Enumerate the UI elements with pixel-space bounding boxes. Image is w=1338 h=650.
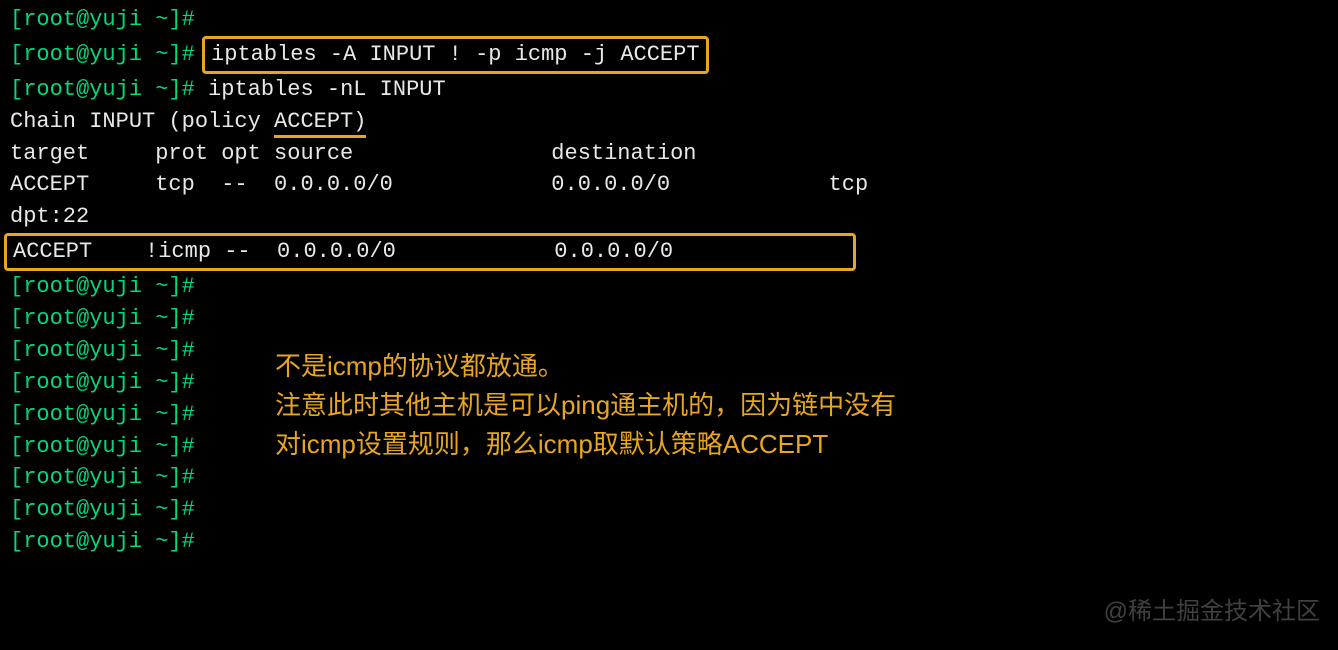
- terminal-line: [root@yuji ~]#: [10, 4, 1328, 36]
- shell-prompt: [root@yuji ~]#: [10, 42, 195, 67]
- shell-prompt: [root@yuji ~]#: [10, 497, 195, 522]
- command-text[interactable]: iptables -A INPUT ! -p icmp -j ACCEPT: [211, 42, 699, 67]
- terminal-line: [root@yuji ~]#: [10, 526, 1328, 558]
- shell-prompt: [root@yuji ~]#: [10, 306, 195, 331]
- highlighted-command: iptables -A INPUT ! -p icmp -j ACCEPT: [202, 36, 708, 74]
- highlighted-rule-row: ACCEPT !icmp -- 0.0.0.0/0 0.0.0.0/0: [4, 233, 856, 271]
- output-table-row: ACCEPT tcp -- 0.0.0.0/0 0.0.0.0/0 tcp: [10, 169, 1328, 201]
- shell-prompt: [root@yuji ~]#: [10, 434, 195, 459]
- output-table-row: ACCEPT !icmp -- 0.0.0.0/0 0.0.0.0/0: [13, 236, 847, 268]
- shell-prompt: [root@yuji ~]#: [10, 338, 195, 363]
- output-table-header: target prot opt source destination: [10, 138, 1328, 170]
- shell-prompt: [root@yuji ~]#: [10, 465, 195, 490]
- shell-prompt: [root@yuji ~]#: [10, 370, 195, 395]
- terminal-line: [root@yuji ~]#: [10, 271, 1328, 303]
- policy-underlined: ACCEPT): [274, 109, 366, 138]
- terminal-line: [root@yuji ~]#: [10, 303, 1328, 335]
- shell-prompt: [root@yuji ~]#: [10, 274, 195, 299]
- output-table-row: dpt:22: [10, 201, 1328, 233]
- terminal-line: [root@yuji ~]# iptables -A INPUT ! -p ic…: [10, 36, 1328, 74]
- terminal-line: [root@yuji ~]#: [10, 462, 1328, 494]
- shell-prompt: [root@yuji ~]#: [10, 7, 195, 32]
- command-text[interactable]: iptables -nL INPUT: [208, 77, 446, 102]
- annotation-text: 不是icmp的协议都放通。 注意此时其他主机是可以ping通主机的，因为链中没有…: [275, 347, 1325, 464]
- output-chain-header: Chain INPUT (policy ACCEPT): [10, 106, 1328, 138]
- terminal-line: [root@yuji ~]# iptables -nL INPUT: [10, 74, 1328, 106]
- shell-prompt: [root@yuji ~]#: [10, 529, 195, 554]
- watermark: @稀土掘金技术社区: [1104, 595, 1320, 630]
- shell-prompt: [root@yuji ~]#: [10, 77, 195, 102]
- terminal-line: [root@yuji ~]#: [10, 494, 1328, 526]
- shell-prompt: [root@yuji ~]#: [10, 402, 195, 427]
